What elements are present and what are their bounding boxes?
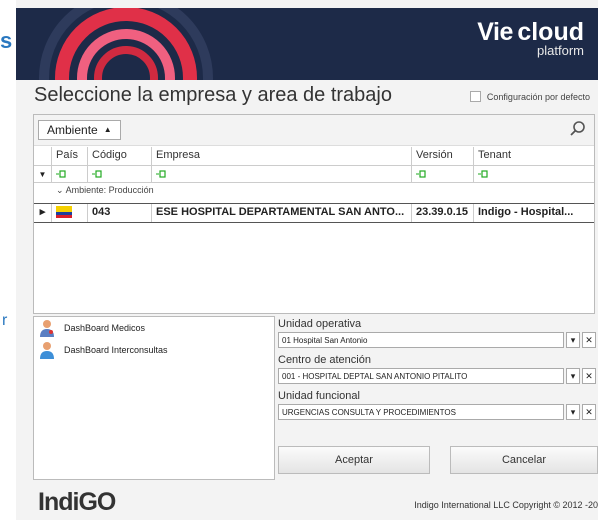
list-item[interactable]: DashBoard Interconsultas	[34, 339, 274, 361]
cell-version: 23.39.0.15	[412, 204, 474, 222]
column-header-row: País Código Empresa Versión Tenant	[34, 147, 594, 166]
default-config-label: Configuración por defecto	[486, 91, 590, 102]
clear-icon[interactable]: ✕	[582, 368, 596, 384]
list-item[interactable]: DashBoard Medicos	[34, 317, 274, 339]
copyright-text: Indigo International LLC Copyright © 201…	[414, 500, 598, 510]
chevron-down-icon[interactable]: ▾	[566, 404, 580, 420]
ambiente-group-button[interactable]: Ambiente ▲	[38, 120, 121, 140]
background-text-fragment: r	[2, 312, 8, 329]
filter-operator-icon	[478, 170, 488, 178]
chevron-down-icon[interactable]: ▾	[566, 368, 580, 384]
unidad-funcional-select[interactable]: URGENCIAS CONSULTA Y PROCEDIMIENTOS ▾ ✕	[278, 404, 596, 420]
row-pointer-icon: ▸	[34, 204, 52, 222]
cell-empresa: ESE HOSPITAL DEPARTAMENTAL SAN ANTO...	[152, 204, 412, 222]
unidad-operativa-label: Unidad operativa	[278, 318, 362, 330]
unidad-funcional-label: Unidad funcional	[278, 390, 360, 402]
work-area-form: Unidad operativa 01 Hospital San Antonio…	[278, 316, 598, 424]
column-header-empresa[interactable]: Empresa	[152, 147, 412, 165]
filter-pais[interactable]	[52, 166, 88, 182]
patient-icon	[40, 342, 54, 359]
group-label: Ambiente: Producción	[65, 185, 154, 195]
grid-toolbar: Ambiente ▲	[34, 115, 594, 146]
filter-version[interactable]	[412, 166, 474, 182]
filter-icon: ▼	[34, 166, 52, 182]
search-icon[interactable]	[568, 119, 588, 139]
filter-empresa[interactable]	[152, 166, 412, 182]
table-row[interactable]: ▸ 043 ESE HOSPITAL DEPARTAMENTAL SAN ANT…	[34, 203, 594, 223]
unidad-operativa-select[interactable]: 01 Hospital San Antonio ▾ ✕	[278, 332, 596, 348]
accept-button[interactable]: Aceptar	[278, 446, 430, 474]
cell-tenant: Indigo - Hospital...	[478, 206, 574, 218]
clear-icon[interactable]: ✕	[582, 332, 596, 348]
column-header-tenant[interactable]: Tenant	[474, 147, 594, 165]
page-title: Seleccione la empresa y area de trabajo	[34, 84, 392, 106]
dashboard-list: DashBoard Medicos DashBoard Interconsult…	[33, 316, 275, 480]
filter-row: ▼	[34, 166, 594, 183]
group-row[interactable]: ⌄ Ambiente: Producción	[34, 185, 594, 201]
cell-pais	[52, 204, 88, 222]
column-header-version[interactable]: Versión	[412, 147, 474, 165]
company-grid: Ambiente ▲ País Código Empresa Versión Te…	[33, 114, 595, 314]
filter-operator-icon	[92, 170, 102, 178]
background-text-fragment: s	[0, 28, 13, 53]
filter-codigo[interactable]	[88, 166, 152, 182]
vie-cloud-logo: Vie cloud platform	[477, 18, 584, 58]
cancel-button[interactable]: Cancelar	[450, 446, 598, 474]
column-header-pais[interactable]: País	[52, 147, 88, 165]
decorative-arcs	[39, 8, 213, 80]
filter-operator-icon	[156, 170, 166, 178]
centro-atencion-select[interactable]: 001 - HOSPITAL DEPTAL SAN ANTONIO PITALI…	[278, 368, 596, 384]
header-banner: Vie cloud platform	[16, 8, 598, 80]
default-config-checkbox[interactable]	[469, 91, 481, 102]
clear-icon[interactable]: ✕	[582, 404, 596, 420]
column-header-codigo[interactable]: Código	[88, 147, 152, 165]
chevron-down-icon[interactable]: ▾	[566, 332, 580, 348]
caret-up-icon: ▲	[103, 125, 112, 134]
cell-codigo: 043	[88, 204, 152, 222]
filter-operator-icon	[416, 170, 426, 178]
default-config-toggle[interactable]: Configuración por defecto	[469, 91, 590, 102]
doctor-icon	[40, 320, 54, 337]
indigo-logo: IndiGO	[38, 488, 116, 516]
filter-operator-icon	[56, 170, 66, 178]
colombia-flag-icon	[56, 206, 72, 219]
background-window-edge: s r	[0, 0, 16, 520]
company-selection-dialog: Vie cloud platform Seleccione la empresa…	[16, 8, 598, 520]
chevron-down-icon[interactable]: ⌄	[34, 185, 64, 195]
filter-tenant[interactable]	[474, 166, 594, 182]
centro-atencion-label: Centro de atención	[278, 354, 371, 366]
